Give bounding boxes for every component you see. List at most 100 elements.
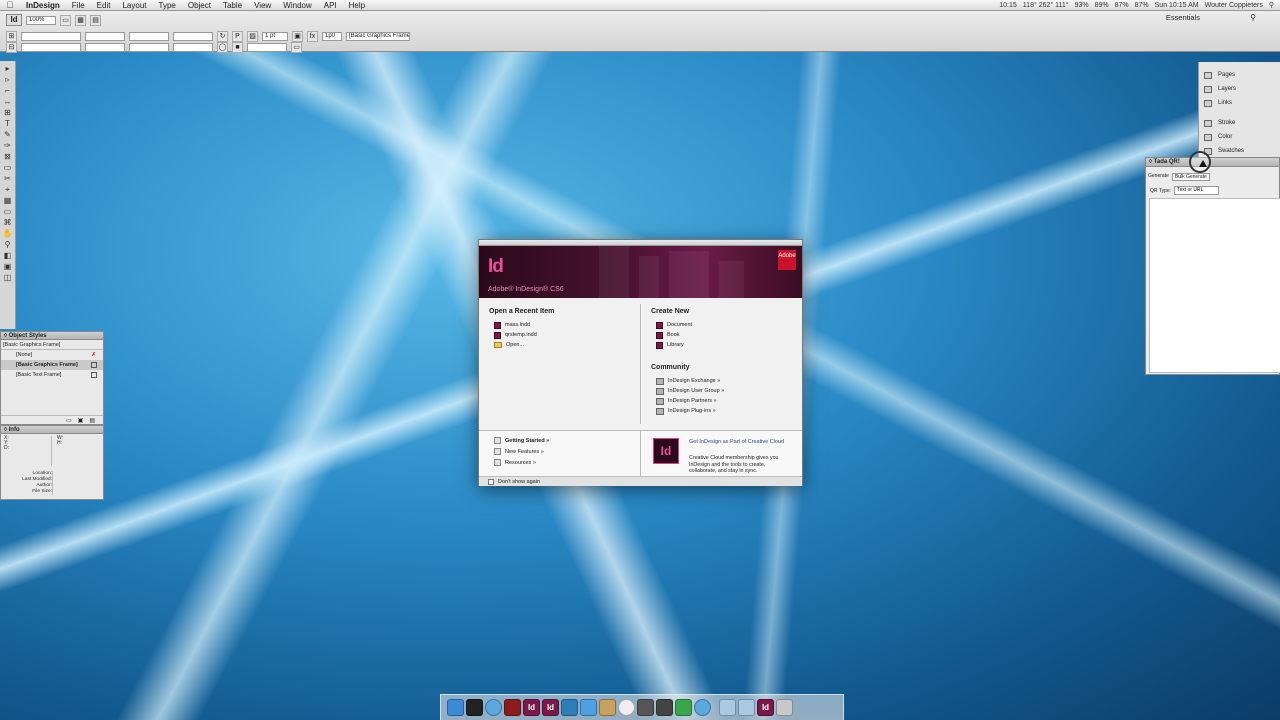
dock-finder-icon[interactable]: [447, 699, 464, 716]
dock-terminal-icon[interactable]: [466, 699, 483, 716]
workspace-switcher[interactable]: Essentials: [1166, 13, 1200, 22]
dock-mail-icon[interactable]: [580, 699, 597, 716]
spotlight-icon[interactable]: ⚲: [1269, 1, 1274, 9]
zoom-tool-icon[interactable]: ⚲: [2, 240, 14, 250]
menu-window[interactable]: Window: [277, 1, 317, 10]
layers-panel-tab[interactable]: Layers: [1199, 82, 1280, 96]
temperature-widget[interactable]: 118° 262° 111°: [1023, 2, 1069, 9]
style-basic-text-frame[interactable]: [Basic Text Frame]: [1, 370, 103, 380]
line-tool-icon[interactable]: ✎: [2, 130, 14, 140]
community-link[interactable]: InDesign Plug-ins »: [651, 406, 724, 416]
selection-tool-icon[interactable]: ▸: [2, 64, 14, 74]
rectangle-frame-tool-icon[interactable]: ⊠: [2, 152, 14, 162]
gap-tool-icon[interactable]: ↔: [2, 97, 14, 107]
gradient-tool-icon[interactable]: ▦: [2, 196, 14, 206]
menu-table[interactable]: Table: [217, 1, 248, 10]
stroke-color-icon[interactable]: ■: [232, 41, 243, 53]
tab-bulk-generate[interactable]: Bulk Generate: [1171, 173, 1210, 181]
creative-cloud-icon[interactable]: Id: [653, 438, 679, 464]
qr-type-select[interactable]: Text or URL: [1174, 186, 1220, 195]
create-book[interactable]: Book: [651, 330, 724, 340]
create-library[interactable]: Library: [651, 340, 724, 350]
menu-help[interactable]: Help: [343, 1, 371, 10]
tab-generate[interactable]: Generate: [1148, 173, 1169, 181]
battery-3[interactable]: 87%: [1115, 2, 1129, 9]
dock-indesign-doc-icon[interactable]: Id: [757, 699, 774, 716]
new-style-icon[interactable]: ▣: [78, 417, 84, 424]
creative-cloud-title[interactable]: Get InDesign as Part of Creative Cloud: [689, 439, 789, 446]
dock-indesign-icon[interactable]: Id: [523, 699, 540, 716]
create-document[interactable]: Document: [651, 320, 724, 330]
menu-edit[interactable]: Edit: [91, 1, 117, 10]
offset-field[interactable]: 1p0: [322, 31, 342, 41]
recent-item[interactable]: mass.indd: [489, 320, 554, 330]
page-tool-icon[interactable]: ⌐: [2, 86, 14, 96]
scale-y-field[interactable]: [129, 42, 169, 52]
screen-mode-icon[interactable]: ▦: [75, 14, 86, 26]
view-options-icon[interactable]: ▭: [60, 14, 71, 26]
stroke-style-select[interactable]: [247, 42, 287, 52]
arrange-icon[interactable]: ▤: [90, 14, 101, 26]
dock-flash-icon[interactable]: [504, 699, 521, 716]
menu-file[interactable]: File: [66, 1, 91, 10]
resources-link[interactable]: Resources »: [494, 459, 536, 466]
rectangle-tool-icon[interactable]: ▭: [2, 163, 14, 173]
open-item[interactable]: Open...: [489, 340, 554, 350]
dock-browser-icon[interactable]: [694, 699, 711, 716]
stroke-panel-tab[interactable]: Stroke: [1199, 116, 1280, 130]
zoom-field[interactable]: 100%: [26, 15, 56, 25]
info-title[interactable]: ◊ Info: [1, 426, 103, 434]
pen-tool-icon[interactable]: ✑: [2, 141, 14, 151]
battery-2[interactable]: 89%: [1095, 2, 1109, 9]
menu-api[interactable]: API: [318, 1, 343, 10]
community-link[interactable]: InDesign User Group »: [651, 386, 724, 396]
dock-contacts-icon[interactable]: [599, 699, 616, 716]
object-styles-title[interactable]: ◊ Object Styles: [1, 332, 103, 340]
delete-icon[interactable]: ▤: [89, 417, 95, 424]
style-basic-graphics-frame[interactable]: [Basic Graphics Frame]: [1, 360, 103, 370]
proxy-icon[interactable]: ⊟: [6, 41, 17, 53]
direct-selection-tool-icon[interactable]: ▹: [2, 75, 14, 85]
swatches-panel-tab[interactable]: Swatches: [1199, 144, 1280, 158]
hand-tool-icon[interactable]: ✋: [2, 229, 14, 239]
dock-photoshop-icon[interactable]: [561, 699, 578, 716]
datetime[interactable]: Sun 10:15 AM: [1155, 2, 1199, 9]
color-panel-tab[interactable]: Color: [1199, 130, 1280, 144]
links-panel-tab[interactable]: Links: [1199, 96, 1280, 110]
qr-input-area[interactable]: [1149, 198, 1280, 373]
dock-evernote-icon[interactable]: [675, 699, 692, 716]
dock-folder-icon[interactable]: [719, 699, 736, 716]
fill-stroke-icon[interactable]: ◧: [2, 251, 14, 261]
free-transform-tool-icon[interactable]: ⌖: [2, 185, 14, 195]
dock-folder-icon[interactable]: [738, 699, 755, 716]
h-field[interactable]: [85, 42, 125, 52]
battery-4[interactable]: 87%: [1135, 2, 1149, 9]
menu-view[interactable]: View: [248, 1, 277, 10]
community-link[interactable]: InDesign Partners »: [651, 396, 724, 406]
getting-started-link[interactable]: Getting Started »: [494, 437, 549, 444]
dock-indesign-icon[interactable]: Id: [542, 699, 559, 716]
fit-content-icon[interactable]: ▭: [291, 41, 302, 53]
recent-item[interactable]: qrstemp.indd: [489, 330, 554, 340]
new-features-link[interactable]: New Features »: [494, 448, 544, 455]
fx-icon[interactable]: fx: [307, 30, 318, 42]
battery-1[interactable]: 93%: [1075, 2, 1089, 9]
pages-panel-tab[interactable]: Pages: [1199, 68, 1280, 82]
view-mode-icon[interactable]: ◫: [2, 273, 14, 283]
menu-layout[interactable]: Layout: [116, 1, 152, 10]
clock-widget[interactable]: 10:15: [999, 2, 1017, 9]
type-tool-icon[interactable]: T: [2, 119, 14, 129]
dont-show-checkbox[interactable]: [488, 478, 494, 485]
dock-app-icon[interactable]: [637, 699, 654, 716]
shear-field[interactable]: [173, 42, 213, 52]
select-container-icon[interactable]: ◯: [217, 41, 228, 53]
user-name[interactable]: Wouter Coppieters: [1205, 2, 1263, 9]
menu-type[interactable]: Type: [153, 1, 182, 10]
dock-photos-icon[interactable]: [618, 699, 635, 716]
app-menu[interactable]: InDesign: [20, 1, 66, 10]
dock-trash-icon[interactable]: [776, 699, 793, 716]
menu-object[interactable]: Object: [182, 1, 217, 10]
object-style-select[interactable]: [Basic Graphics Frame]: [346, 31, 410, 41]
dock-safari-icon[interactable]: [485, 699, 502, 716]
y-field[interactable]: [21, 42, 81, 52]
